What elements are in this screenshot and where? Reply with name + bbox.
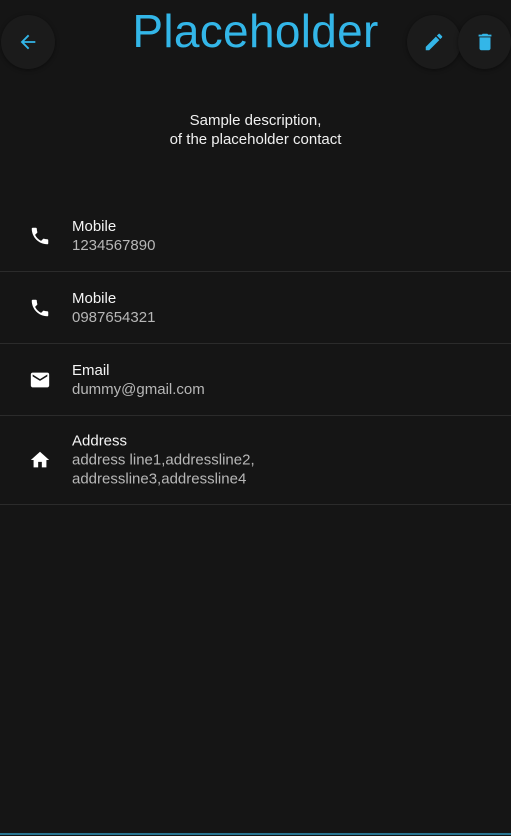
app-header: Placeholder — [0, 0, 511, 82]
trash-icon — [474, 31, 496, 53]
contact-description: Sample description, of the placeholder c… — [0, 111, 511, 149]
description-line-1: Sample description, — [189, 112, 322, 129]
contact-value: 1234567890 — [72, 236, 156, 254]
mobile-secondary-text: Mobile 0987654321 — [72, 289, 491, 327]
email-text: Email dummy@gmail.com — [72, 361, 491, 399]
contact-value: dummy@gmail.com — [72, 380, 205, 398]
contact-label: Address — [72, 432, 128, 450]
contact-label: Mobile — [72, 217, 117, 235]
mobile-secondary-item[interactable]: Mobile 0987654321 — [0, 272, 511, 344]
pencil-icon — [423, 31, 445, 53]
email-icon — [28, 368, 52, 392]
back-button[interactable] — [1, 15, 55, 69]
edit-button[interactable] — [407, 15, 461, 69]
contact-label: Mobile — [72, 289, 117, 307]
contact-detail-screen: Placeholder Sample description, of the p… — [0, 0, 511, 836]
contact-info-list: Mobile 1234567890 Mobile 0987654321 Emai… — [0, 200, 511, 505]
bottom-accent-line — [0, 833, 511, 835]
mobile-primary-text: Mobile 1234567890 — [72, 217, 491, 255]
phone-icon — [28, 296, 52, 320]
contact-value: address line1,addressline2, addressline3… — [72, 451, 255, 488]
delete-button[interactable] — [458, 15, 511, 69]
contact-value: 0987654321 — [72, 308, 156, 326]
mobile-primary-item[interactable]: Mobile 1234567890 — [0, 200, 511, 272]
email-item[interactable]: Email dummy@gmail.com — [0, 344, 511, 416]
contact-label: Email — [72, 361, 110, 379]
arrow-back-icon — [17, 31, 39, 53]
phone-icon — [28, 224, 52, 248]
description-line-2: of the placeholder contact — [169, 131, 342, 148]
address-item[interactable]: Address address line1,addressline2, addr… — [0, 416, 511, 505]
home-icon — [28, 448, 52, 472]
address-text: Address address line1,addressline2, addr… — [72, 432, 491, 489]
